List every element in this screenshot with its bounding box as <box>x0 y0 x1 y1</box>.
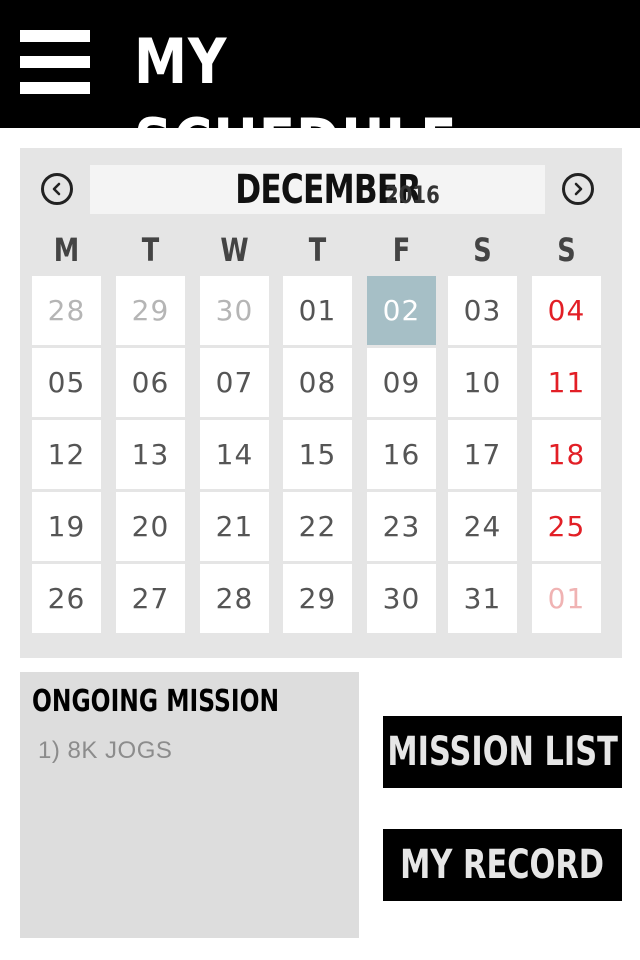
menu-bar <box>20 30 90 42</box>
calendar-day-sunday[interactable]: 01 <box>532 564 601 633</box>
weekday-saturday: S <box>473 231 492 269</box>
menu-bar <box>20 56 90 68</box>
calendar-day[interactable]: 26 <box>32 564 101 633</box>
weekday-monday: M <box>53 231 80 269</box>
calendar-day[interactable]: 24 <box>448 492 517 561</box>
calendar-day-selected[interactable]: 02 <box>367 276 436 345</box>
calendar-day[interactable]: 30 <box>200 276 269 345</box>
year-label: 2016 <box>384 181 440 209</box>
prev-month-button[interactable] <box>41 173 73 205</box>
calendar-day[interactable]: 14 <box>200 420 269 489</box>
my-record-label: MY RECORD <box>400 842 605 888</box>
chevron-left-icon <box>52 182 61 196</box>
calendar-day[interactable]: 28 <box>32 276 101 345</box>
calendar-day[interactable]: 10 <box>448 348 517 417</box>
calendar-day-sunday[interactable]: 18 <box>532 420 601 489</box>
weekday-sunday: S <box>557 231 576 269</box>
next-month-button[interactable] <box>562 173 594 205</box>
calendar-day[interactable]: 03 <box>448 276 517 345</box>
weekday-tuesday: T <box>141 231 160 269</box>
calendar-day-sunday[interactable]: 11 <box>532 348 601 417</box>
ongoing-mission-panel: ONGOING MISSION 1) 8K JOGS <box>20 672 359 938</box>
weekday-thursday: T <box>308 231 327 269</box>
calendar-day[interactable]: 16 <box>367 420 436 489</box>
weekday-wednesday: W <box>220 231 249 269</box>
calendar-day[interactable]: 30 <box>367 564 436 633</box>
calendar-day[interactable]: 15 <box>283 420 352 489</box>
calendar-day[interactable]: 29 <box>283 564 352 633</box>
mission-panel-title: ONGOING MISSION <box>32 684 280 719</box>
calendar-day[interactable]: 22 <box>283 492 352 561</box>
weekday-friday: F <box>392 231 411 269</box>
chevron-right-icon <box>574 182 583 196</box>
calendar-day[interactable]: 19 <box>32 492 101 561</box>
calendar-day[interactable]: 23 <box>367 492 436 561</box>
hamburger-menu-icon[interactable] <box>20 30 90 94</box>
calendar-day[interactable]: 05 <box>32 348 101 417</box>
my-record-button[interactable]: MY RECORD <box>383 829 622 901</box>
weekday-header-row: M T W T F S S <box>32 230 612 270</box>
calendar-day[interactable]: 29 <box>116 276 185 345</box>
calendar-day[interactable]: 31 <box>448 564 517 633</box>
calendar-day[interactable]: 27 <box>116 564 185 633</box>
calendar-day[interactable]: 01 <box>283 276 352 345</box>
calendar-grid: 28 29 30 01 02 03 04 05 06 07 08 09 10 1… <box>32 276 602 633</box>
calendar-day[interactable]: 06 <box>116 348 185 417</box>
calendar-day[interactable]: 21 <box>200 492 269 561</box>
calendar-day[interactable]: 20 <box>116 492 185 561</box>
mission-item[interactable]: 1) 8K JOGS <box>38 736 172 766</box>
menu-bar <box>20 82 90 94</box>
calendar-day[interactable]: 12 <box>32 420 101 489</box>
calendar-day[interactable]: 28 <box>200 564 269 633</box>
calendar-day[interactable]: 17 <box>448 420 517 489</box>
mission-list-button[interactable]: MISSION LIST <box>383 716 622 788</box>
app-header: MY SCHEDULE <box>0 0 640 178</box>
calendar-day[interactable]: 07 <box>200 348 269 417</box>
calendar-day[interactable]: 13 <box>116 420 185 489</box>
mission-list-label: MISSION LIST <box>387 729 618 775</box>
calendar-day[interactable]: 09 <box>367 348 436 417</box>
month-header: DECEMBER 2016 <box>90 165 545 214</box>
calendar: DECEMBER 2016 M T W T F S S 28 29 30 01 … <box>20 148 622 658</box>
calendar-day[interactable]: 08 <box>283 348 352 417</box>
calendar-day-sunday[interactable]: 04 <box>532 276 601 345</box>
calendar-day-sunday[interactable]: 25 <box>532 492 601 561</box>
